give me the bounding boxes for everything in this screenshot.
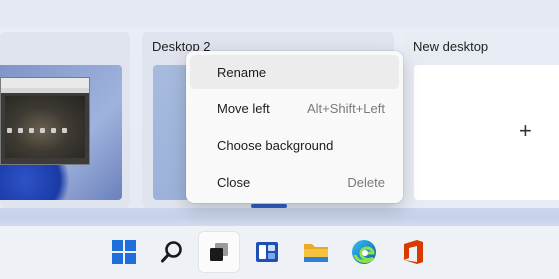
menu-item-shortcut: Alt+Shift+Left (306, 100, 385, 116)
menu-item-label: Choose background (217, 137, 334, 153)
office-button[interactable] (393, 232, 433, 272)
office-icon (404, 240, 423, 264)
active-desktop-indicator (251, 204, 287, 208)
desktop-1-thumbnail[interactable] (0, 65, 122, 200)
new-desktop-thumbnail[interactable] (414, 65, 559, 200)
new-desktop-label: New desktop (413, 39, 489, 54)
folder-icon (304, 244, 328, 262)
menu-item-choose-background[interactable]: Choose background (190, 128, 399, 162)
file-explorer-button[interactable] (296, 232, 336, 272)
menu-item-rename[interactable]: Rename (190, 55, 399, 89)
search-button[interactable] (152, 232, 192, 272)
search-icon (161, 241, 182, 263)
menu-item-move-left[interactable]: Move left Alt+Shift+Left (190, 91, 399, 125)
windows-logo-icon (112, 240, 136, 264)
browser-window-preview (0, 77, 90, 165)
add-desktop-icon[interactable]: + (519, 120, 532, 142)
task-view-button[interactable] (199, 232, 239, 272)
context-menu: Rename Move left Alt+Shift+Left Choose b… (186, 51, 403, 203)
menu-item-label: Rename (217, 64, 267, 80)
menu-item-label: Move left (217, 100, 270, 116)
menu-item-close[interactable]: Close Delete (190, 165, 399, 199)
widgets-icon (256, 242, 278, 262)
widgets-button[interactable] (247, 232, 287, 272)
edge-button[interactable] (344, 232, 384, 272)
task-view-icon (210, 243, 228, 261)
menu-item-shortcut: Delete (347, 174, 385, 190)
start-button[interactable] (104, 232, 144, 272)
menu-item-label: Close (217, 174, 251, 190)
edge-icon (352, 240, 376, 264)
